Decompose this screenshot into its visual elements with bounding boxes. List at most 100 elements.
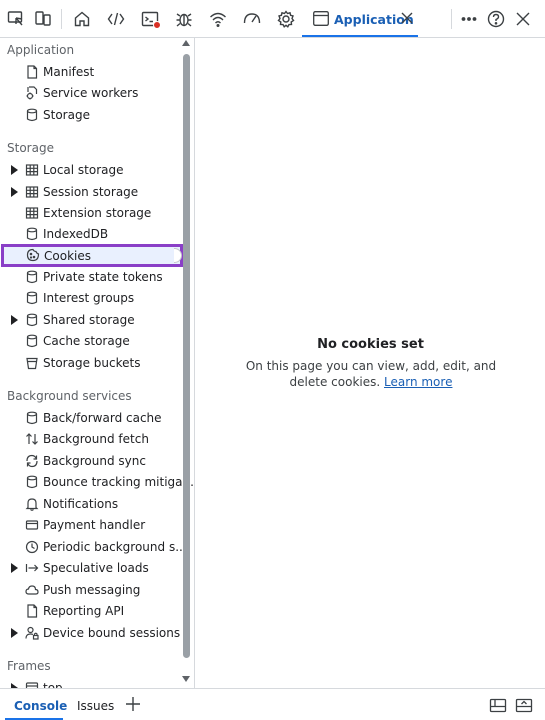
- section-header-frames: Frames: [7, 659, 51, 673]
- up-down-arrows-icon: [25, 432, 39, 446]
- sidebar-item-private-state-tokens[interactable]: Private state tokens: [0, 267, 182, 288]
- sidebar-item-local-storage[interactable]: Local storage: [0, 160, 182, 181]
- sidebar-item-label: top: [43, 681, 63, 688]
- file-icon: [25, 65, 39, 79]
- sidebar-item-session-storage[interactable]: Session storage: [0, 182, 182, 203]
- sidebar-item-label: Cookies: [44, 249, 91, 263]
- sidebar-item-back-forward-cache[interactable]: Back/forward cache: [0, 408, 182, 429]
- empty-state-description: On this page you can view, add, edit, an…: [226, 358, 516, 390]
- sidebar-item-label: Storage buckets: [43, 356, 141, 370]
- console-icon[interactable]: [140, 9, 161, 29]
- database-icon: [25, 475, 39, 489]
- sidebar-item-label: Notifications: [43, 497, 119, 511]
- learn-more-link[interactable]: Learn more: [384, 375, 452, 389]
- console-error-badge: [153, 21, 161, 29]
- expand-arrow-icon[interactable]: [11, 315, 18, 325]
- database-icon: [25, 411, 39, 425]
- sidebar-item-label: Shared storage: [43, 313, 135, 327]
- table-grid-icon: [25, 163, 39, 177]
- toolbar-divider: [451, 9, 452, 29]
- sidebar-item-storage-buckets[interactable]: Storage buckets: [0, 353, 182, 374]
- sidebar-item-label: Background sync: [43, 454, 146, 468]
- sidebar-item-label: IndexedDB: [43, 227, 109, 241]
- sidebar-item-background-sync[interactable]: Background sync: [0, 451, 182, 472]
- sidebar-item-bounce-tracking[interactable]: Bounce tracking mitiga...: [0, 472, 194, 493]
- cookie-icon: [26, 248, 40, 262]
- credit-card-icon: [25, 518, 39, 532]
- welcome-home-icon[interactable]: [72, 9, 92, 29]
- sync-icon: [25, 454, 39, 468]
- sidebar-item-label: Payment handler: [43, 518, 146, 532]
- sidebar-item-notifications[interactable]: Notifications: [0, 494, 182, 515]
- expand-arrow-icon[interactable]: [11, 187, 18, 197]
- sidebar-item-label: Speculative loads: [43, 561, 149, 575]
- sidebar-item-device-bound-sessions[interactable]: Device bound sessions: [0, 623, 182, 644]
- tab-issues[interactable]: Issues: [77, 699, 114, 713]
- arrow-to-bar-icon: [25, 561, 39, 575]
- sidebar-item-manifest[interactable]: Manifest: [0, 62, 182, 83]
- empty-state-title: No cookies set: [317, 337, 424, 352]
- user-lock-icon: [25, 626, 39, 640]
- expand-arrow-icon[interactable]: [11, 563, 18, 573]
- drawer-toolbar: Console Issues: [0, 688, 545, 720]
- network-wifi-icon[interactable]: [208, 9, 228, 29]
- sidebar-item-interest-groups[interactable]: Interest groups: [0, 288, 182, 309]
- bell-icon: [25, 497, 39, 511]
- help-icon[interactable]: [486, 9, 506, 29]
- file-icon: [25, 604, 39, 618]
- elements-code-icon[interactable]: [106, 9, 126, 29]
- database-icon: [25, 108, 39, 122]
- application-sidebar: Application Manifest Service workers Sto…: [0, 38, 195, 688]
- database-icon: [25, 227, 39, 241]
- sidebar-item-payment-handler[interactable]: Payment handler: [0, 515, 182, 536]
- sidebar-item-periodic-background-sync[interactable]: Periodic background s...: [0, 537, 187, 558]
- sidebar-scrollbar-thumb[interactable]: [183, 54, 190, 658]
- sidebar-item-label: Push messaging: [43, 583, 141, 597]
- sidebar-item-service-workers[interactable]: Service workers: [0, 83, 182, 104]
- close-icon[interactable]: [400, 11, 414, 25]
- tab-application[interactable]: Application: [302, 0, 418, 37]
- database-icon: [25, 270, 39, 284]
- section-header-storage: Storage: [7, 141, 54, 155]
- sidebar-item-cookies[interactable]: Cookies: [1, 244, 183, 267]
- tab-console[interactable]: Console: [14, 699, 67, 713]
- sidebar-item-shared-storage[interactable]: Shared storage: [0, 310, 182, 331]
- scroll-down-arrow-icon[interactable]: [182, 676, 190, 682]
- expand-arrow-icon[interactable]: [11, 628, 18, 638]
- dock-drawer-icon[interactable]: [489, 697, 507, 713]
- inspect-element-icon[interactable]: [6, 9, 26, 29]
- more-options-icon[interactable]: [459, 9, 479, 29]
- sidebar-item-background-fetch[interactable]: Background fetch: [0, 429, 182, 450]
- performance-icon[interactable]: [242, 9, 262, 29]
- add-tab-icon[interactable]: [124, 695, 142, 713]
- sources-bug-icon[interactable]: [174, 9, 194, 29]
- sidebar-item-storage[interactable]: Storage: [0, 105, 182, 126]
- sidebar-item-cache-storage[interactable]: Cache storage: [0, 331, 182, 352]
- application-window-icon: [313, 11, 329, 26]
- clock-icon: [25, 540, 39, 554]
- sidebar-item-reporting-api[interactable]: Reporting API: [0, 601, 182, 622]
- settings-gear-icon[interactable]: [276, 9, 296, 29]
- sidebar-item-label: Bounce tracking mitiga...: [43, 475, 194, 489]
- database-icon: [25, 291, 39, 305]
- close-devtools-icon[interactable]: [513, 9, 533, 29]
- expand-arrow-icon[interactable]: [11, 165, 18, 175]
- sidebar-item-label: Interest groups: [43, 291, 135, 305]
- sidebar-item-label: Private state tokens: [43, 270, 163, 284]
- sidebar-item-indexeddb[interactable]: IndexedDB: [0, 224, 182, 245]
- database-icon: [25, 313, 39, 327]
- device-toolbar-icon[interactable]: [33, 9, 53, 29]
- sidebar-item-label: Session storage: [43, 185, 139, 199]
- table-grid-icon: [25, 185, 39, 199]
- sidebar-item-frame-top[interactable]: top: [0, 678, 182, 688]
- sidebar-item-speculative-loads[interactable]: Speculative loads: [0, 558, 182, 579]
- sidebar-item-push-messaging[interactable]: Push messaging: [0, 580, 182, 601]
- sidebar-item-extension-storage[interactable]: Extension storage: [0, 203, 182, 224]
- toggle-drawer-icon[interactable]: [515, 697, 533, 713]
- scroll-up-arrow-icon[interactable]: [182, 40, 190, 46]
- sidebar-item-label: Reporting API: [43, 604, 125, 618]
- sidebar-item-label: Cache storage: [43, 334, 130, 348]
- sidebar-item-label: Manifest: [43, 65, 95, 79]
- cloud-icon: [25, 583, 39, 597]
- service-worker-icon: [25, 86, 39, 100]
